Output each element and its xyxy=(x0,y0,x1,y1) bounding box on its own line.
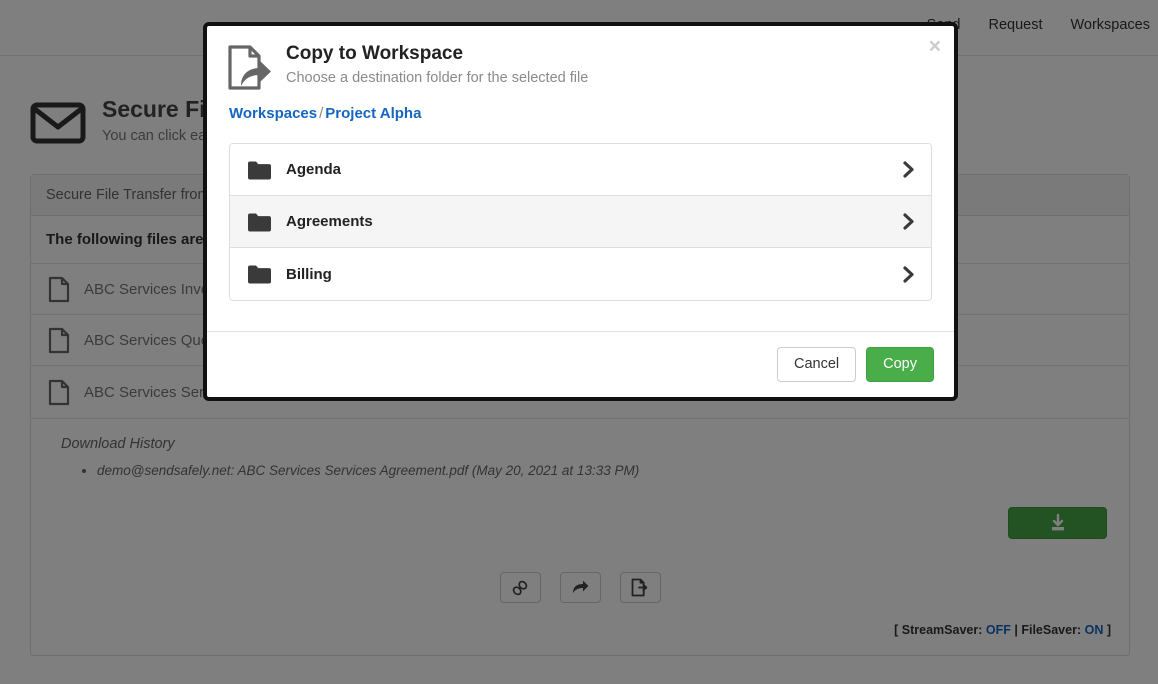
folder-row-agenda[interactable]: Agenda xyxy=(230,144,931,196)
folder-name: Agreements xyxy=(286,213,902,230)
folder-icon xyxy=(247,160,272,180)
copy-to-workspace-modal: × Copy to Workspace Choose a destination… xyxy=(203,22,958,401)
folder-name: Billing xyxy=(286,266,902,283)
copy-button[interactable]: Copy xyxy=(866,347,934,382)
modal-footer: Cancel Copy xyxy=(207,331,954,397)
folder-row-billing[interactable]: Billing xyxy=(230,248,931,300)
chevron-right-icon xyxy=(902,213,915,230)
copy-file-icon xyxy=(227,44,272,91)
folder-row-agreements[interactable]: Agreements xyxy=(230,196,931,248)
breadcrumb: Workspaces/Project Alpha xyxy=(207,91,954,122)
cancel-button[interactable]: Cancel xyxy=(777,347,856,382)
chevron-right-icon xyxy=(902,161,915,178)
folder-icon xyxy=(247,264,272,284)
modal-subtitle: Choose a destination folder for the sele… xyxy=(286,70,588,86)
breadcrumb-current[interactable]: Project Alpha xyxy=(325,105,421,122)
modal-title: Copy to Workspace xyxy=(286,42,588,66)
chevron-right-icon xyxy=(902,266,915,283)
modal-header: × Copy to Workspace Choose a destination… xyxy=(207,26,954,91)
folder-list: Agenda Agreements Billing xyxy=(229,143,932,301)
close-icon[interactable]: × xyxy=(929,36,941,57)
breadcrumb-root[interactable]: Workspaces xyxy=(229,105,317,122)
folder-name: Agenda xyxy=(286,161,902,178)
folder-icon xyxy=(247,212,272,232)
